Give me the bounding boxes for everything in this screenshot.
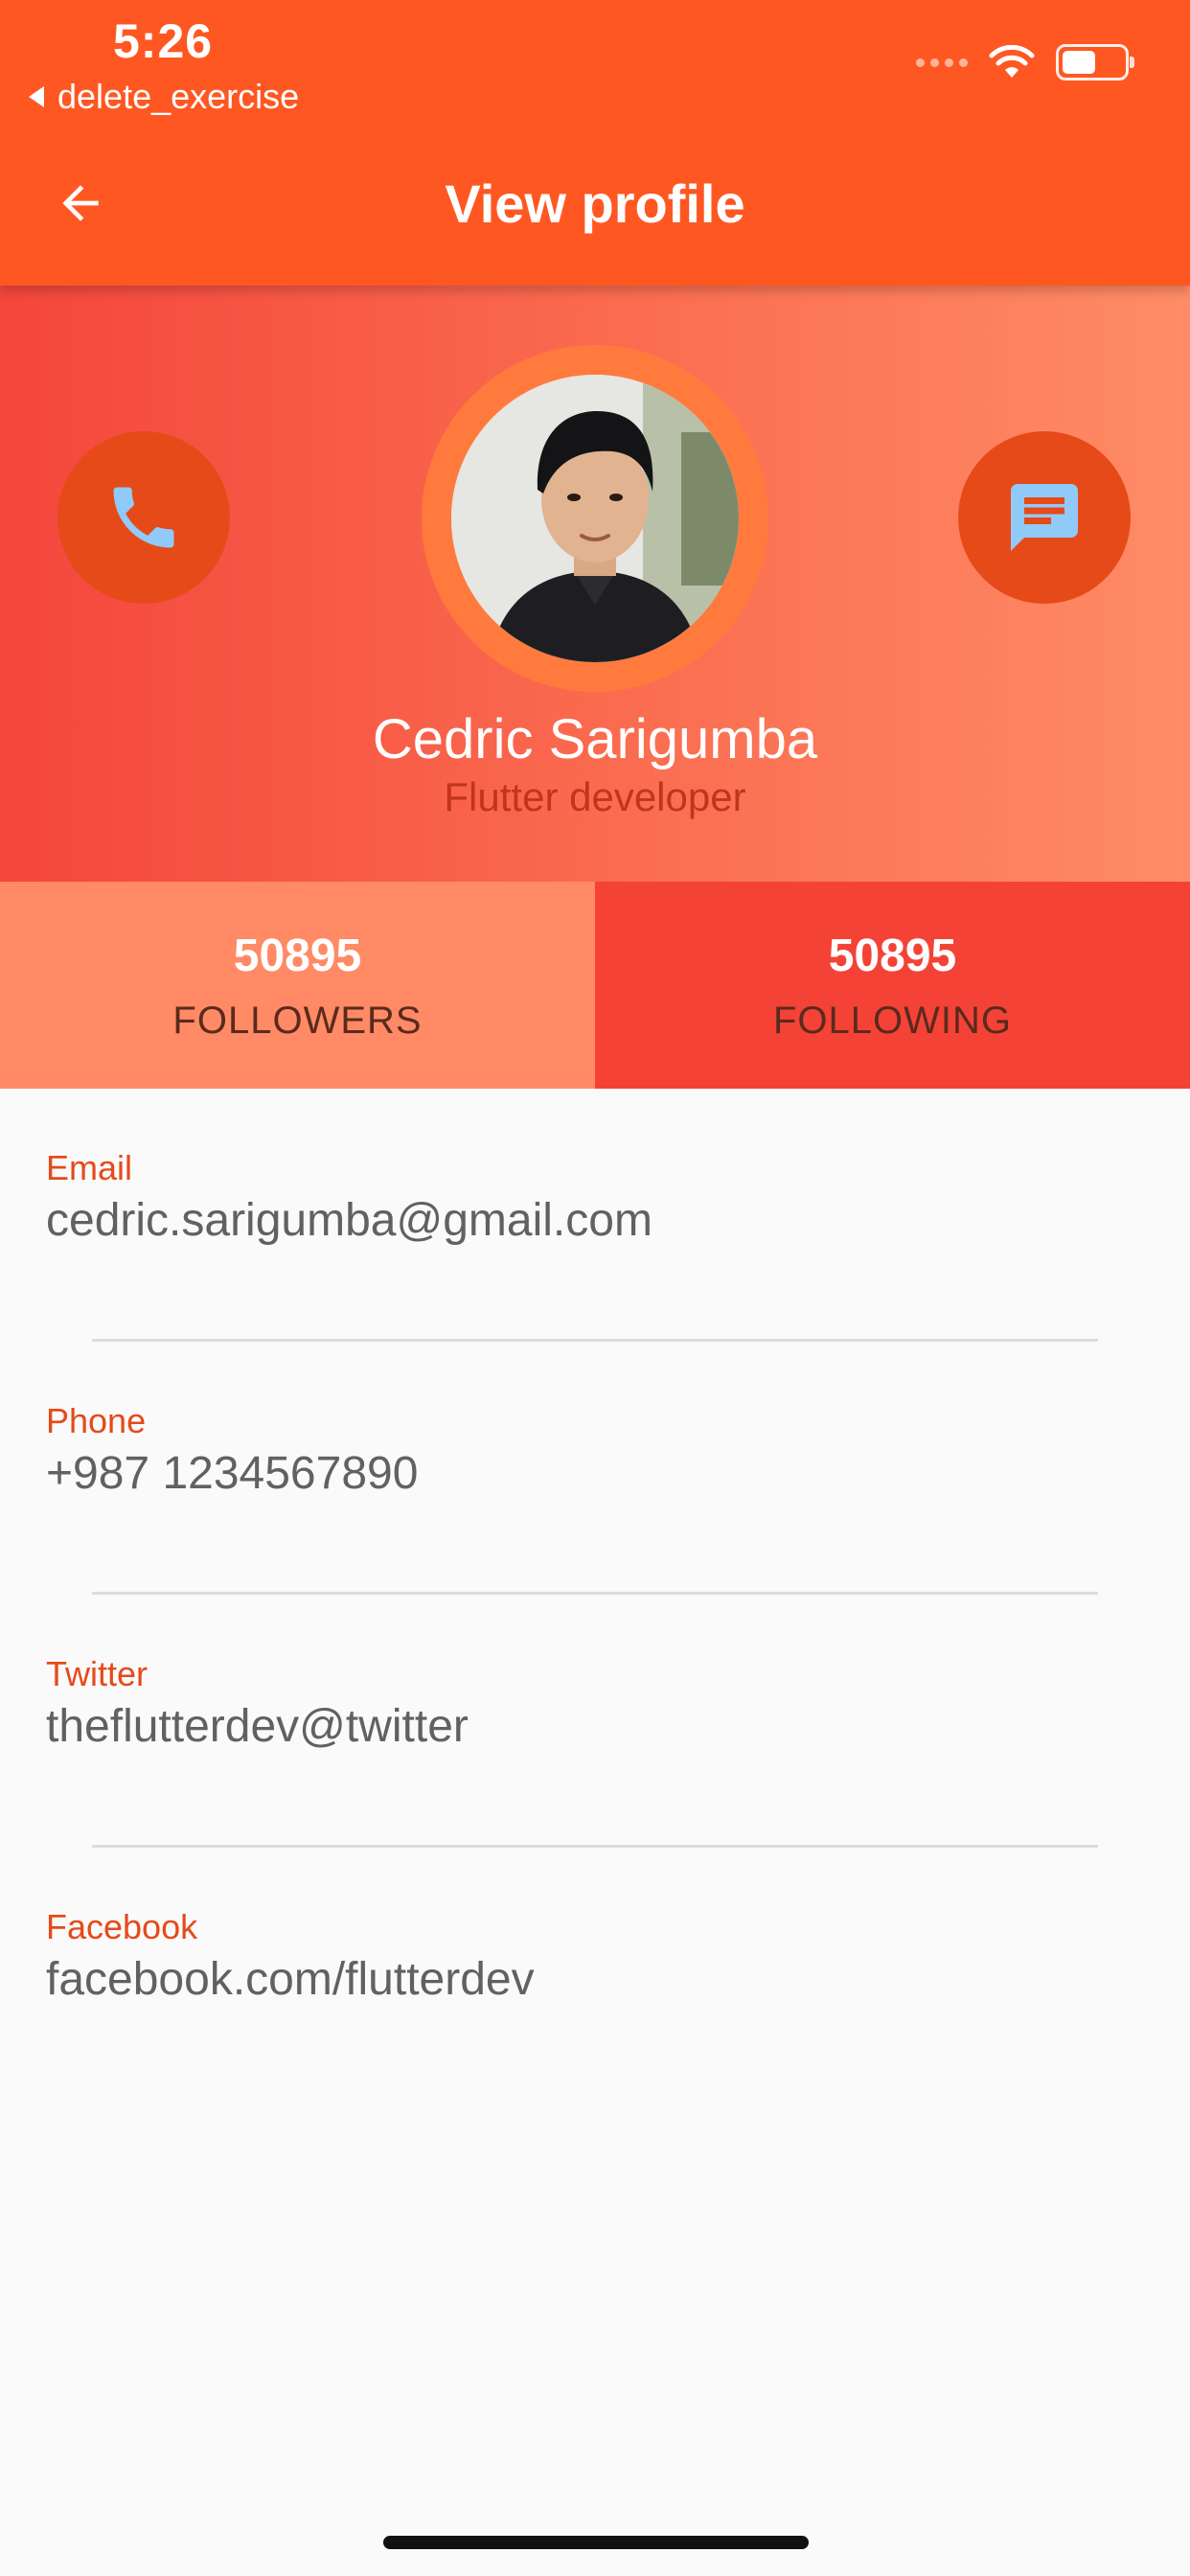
avatar-portrait — [451, 375, 739, 662]
info-item-twitter[interactable]: Twitter theflutterdev@twitter — [0, 1595, 1190, 1848]
followers-label: FOLLOWERS — [172, 1000, 423, 1042]
status-back-to-app[interactable]: delete_exercise — [29, 77, 299, 117]
status-time: 5:26 — [113, 14, 214, 68]
info-value: theflutterdev@twitter — [46, 1701, 469, 1752]
status-indicators — [916, 44, 1134, 80]
following-label: FOLLOWING — [772, 1000, 1013, 1042]
profile-role: Flutter developer — [444, 774, 746, 819]
info-label: Phone — [46, 1401, 147, 1440]
following-count: 50895 — [828, 931, 957, 981]
info-item-facebook[interactable]: Facebook facebook.com/flutterdev — [0, 1848, 1190, 2101]
cellular-signal-icon — [916, 58, 968, 67]
info-value: cedric.sarigumba@gmail.com — [46, 1195, 652, 1246]
info-label: Facebook — [46, 1907, 198, 1946]
info-item-phone[interactable]: Phone +987 1234567890 — [0, 1342, 1190, 1595]
message-button[interactable] — [958, 431, 1131, 604]
profile-name: Cedric Sarigumba — [372, 708, 818, 770]
profile-header: Cedric Sarigumba Flutter developer — [0, 286, 1190, 882]
battery-icon — [1056, 44, 1134, 80]
wifi-icon — [989, 45, 1035, 78]
page-title: View profile — [445, 173, 745, 234]
home-indicator[interactable] — [383, 2536, 809, 2549]
info-item-email[interactable]: Email cedric.sarigumba@gmail.com — [0, 1089, 1190, 1342]
call-button[interactable] — [57, 431, 230, 604]
phone-icon — [113, 487, 174, 548]
info-value: +987 1234567890 — [46, 1448, 419, 1499]
following-stat[interactable]: 50895 FOLLOWING — [595, 882, 1190, 1089]
app-header: 5:26 delete_exercise View profile — [0, 0, 1190, 286]
chat-bubble-icon — [1011, 484, 1078, 551]
followers-stat[interactable]: 50895 FOLLOWERS — [0, 882, 595, 1089]
status-back-app-label: delete_exercise — [57, 77, 300, 116]
contact-info-list: Email cedric.sarigumba@gmail.com Phone +… — [0, 1089, 1190, 2101]
avatar — [451, 375, 739, 662]
info-label: Email — [46, 1148, 133, 1187]
stats-row: 50895 FOLLOWERS 50895 FOLLOWING — [0, 882, 1190, 1089]
followers-count: 50895 — [233, 931, 362, 981]
back-triangle-icon — [29, 86, 44, 107]
info-label: Twitter — [46, 1654, 149, 1693]
info-value: facebook.com/flutterdev — [46, 1954, 535, 2005]
avatar-ring — [422, 345, 768, 692]
